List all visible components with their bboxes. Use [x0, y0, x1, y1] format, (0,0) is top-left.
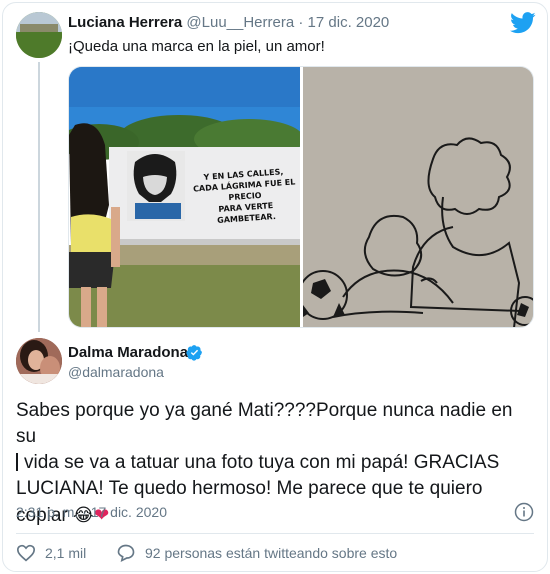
avatar[interactable] [16, 12, 62, 58]
tweet-timestamp[interactable]: 2:31 p. m. · 17 dic. 2020 [16, 504, 167, 520]
author-name[interactable]: Dalma Maradona [68, 344, 188, 361]
text-cursor [16, 453, 18, 471]
info-icon[interactable] [514, 502, 534, 522]
tweet-line: vida se va a tatuar una foto tuya con mi… [24, 452, 500, 473]
quoted-text: ¡Queda una marca en la piel, un amor! [68, 38, 325, 55]
author-handle[interactable]: @Luu__Herrera [186, 14, 294, 31]
mural-photo[interactable]: Y EN LAS CALLES, CADA LÁGRIMA FUE EL PRE… [69, 67, 300, 327]
media-grid[interactable]: Y EN LAS CALLES, CADA LÁGRIMA FUE EL PRE… [68, 66, 534, 328]
tweet-line: Sabes porque yo ya gané Mati????Porque n… [16, 400, 513, 447]
tweet-line: LUCIANA! Te quedo hermoso! Me parece que… [16, 478, 483, 499]
thread-line [38, 62, 40, 332]
heart-icon[interactable] [16, 544, 36, 562]
author-name[interactable]: Luciana Herrera [68, 14, 182, 31]
reply-bubble-icon[interactable] [116, 543, 136, 563]
quoted-header: Luciana Herrera @Luu__Herrera · 17 dic. … [68, 14, 389, 31]
avatar[interactable] [16, 338, 62, 384]
separator: · [298, 14, 304, 31]
conversation-link[interactable]: 92 personas están twitteando sobre esto [145, 545, 397, 561]
tweet-date[interactable]: 17 dic. 2020 [308, 14, 390, 31]
divider [16, 533, 534, 534]
author-handle[interactable]: @dalmaradona [68, 364, 164, 380]
like-count[interactable]: 2,1 mil [45, 545, 86, 561]
tattoo-photo[interactable] [303, 67, 533, 327]
twitter-bird-icon[interactable] [510, 12, 536, 34]
verified-badge-icon [186, 345, 202, 361]
